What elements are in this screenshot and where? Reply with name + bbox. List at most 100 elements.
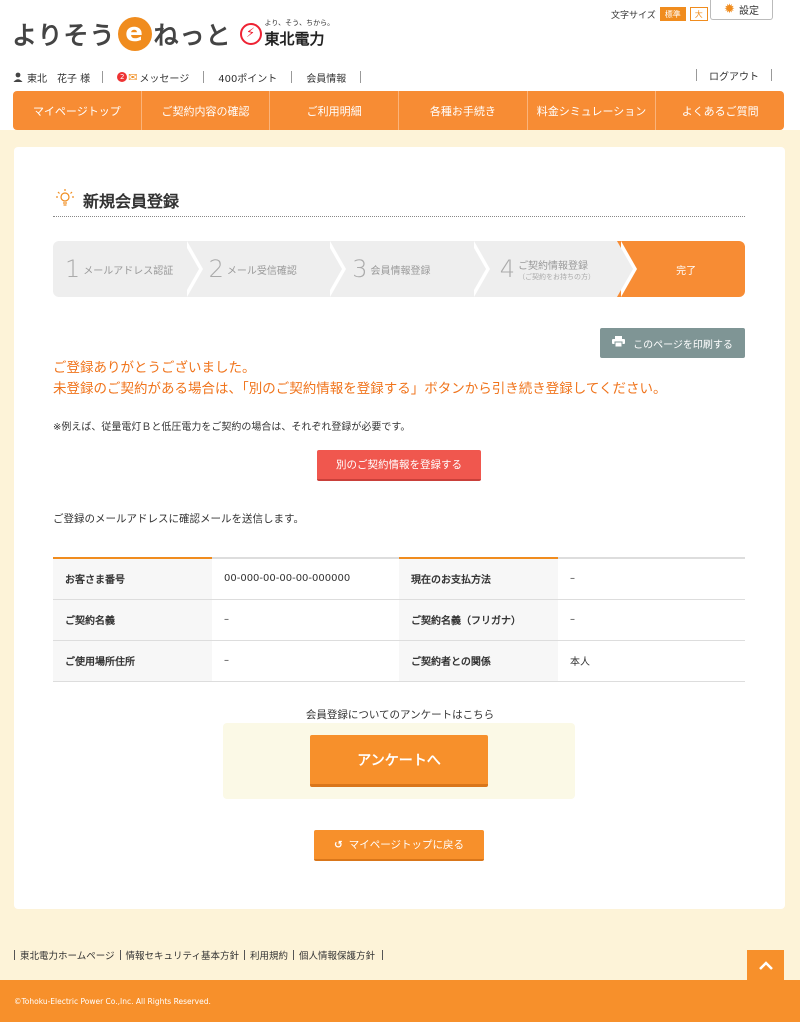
step-label: メール受信確認 <box>226 265 297 277</box>
font-size-switcher: 文字サイズ 標準 大 <box>611 7 708 21</box>
points-link[interactable]: 400ポイント <box>203 71 291 85</box>
member-info-label: 会員情報 <box>306 73 347 85</box>
page-top-button[interactable] <box>747 950 784 980</box>
footer-link-terms[interactable]: 利用規約 <box>243 950 293 962</box>
logo-text-pre: よりそう <box>12 21 116 50</box>
brand-tagline: より、そう、ちから。 <box>264 18 335 27</box>
logout-link[interactable]: ログアウト <box>696 69 772 83</box>
step-arrow <box>469 241 486 297</box>
brand-logo: ⚡ より、そう、ちから。 東北電力 <box>239 19 334 48</box>
back-to-mypage-button[interactable]: ↺ マイページトップに戻る <box>314 830 484 861</box>
page-title: 新規会員登録 <box>53 184 745 217</box>
example-note: ※例えば、従量電灯Ｂと低圧電力をご契約の場合は、それぞれ登録が必要です。 <box>53 422 411 433</box>
table-value-cell: 00-000-00-00-00-000000 <box>212 557 399 600</box>
survey-label: 会員登録についてのアンケートはこちら <box>305 709 495 721</box>
lightbulb-icon <box>53 188 77 213</box>
gear-icon: ✹ <box>724 2 735 17</box>
nav-usage-statement[interactable]: ご利用明細 <box>270 91 400 130</box>
user-name: 東北 花子 様 <box>12 71 102 85</box>
settings-label: 設定 <box>738 6 759 17</box>
register-other-contract-button[interactable]: 別のご契約情報を登録する <box>317 450 481 481</box>
completion-message: ご登録ありがとうございました。 未登録のご契約がある場合は、「別のご契約情報を登… <box>53 358 666 400</box>
step-label: 完了 <box>676 265 697 277</box>
return-arrow-icon: ↺ <box>333 838 343 851</box>
lightning-icon: ⚡ <box>239 23 262 45</box>
copyright-text: ©Tohoku-Electric Power Co.,Inc. All Righ… <box>14 996 211 1006</box>
footer-link-tohoku-home[interactable]: 東北電力ホームページ <box>14 950 120 962</box>
page-title-text: 新規会員登録 <box>83 192 180 211</box>
completion-line-1: ご登録ありがとうございました。 <box>53 360 256 376</box>
logo-text-post: ねっと <box>153 21 232 50</box>
registration-info-table: お客さま番号 00-000-00-00-00-000000 現在のお支払方法 –… <box>53 557 745 682</box>
print-page-button[interactable]: このページを印刷する <box>600 328 745 358</box>
progress-steps: 1 メールアドレス認証 2 メール受信確認 3 会員情報登録 4 ご契約情報登録… <box>53 241 745 297</box>
site-logo[interactable]: よりそう e ねっと ⚡ より、そう、ちから。 東北電力 <box>12 14 334 54</box>
print-page-label: このページを印刷する <box>633 339 733 351</box>
table-value-cell: – <box>212 640 399 682</box>
brand-name: 東北電力 <box>264 29 325 48</box>
step-label: 会員情報登録 <box>370 265 431 277</box>
nav-rate-simulation[interactable]: 料金シミュレーション <box>528 91 657 130</box>
table-header-cell: ご使用場所住所 <box>53 640 212 682</box>
step-number: 2 <box>208 255 224 283</box>
nav-faq[interactable]: よくあるご質問 <box>656 91 784 130</box>
table-row: ご使用場所住所 – ご契約者との関係 本人 <box>53 640 745 682</box>
nav-mypage-top[interactable]: マイページトップ <box>13 91 142 130</box>
table-value-cell: 本人 <box>558 640 745 682</box>
back-to-mypage-label: マイページトップに戻る <box>348 839 465 851</box>
chevron-up-icon <box>758 955 774 976</box>
step-arrow <box>182 241 199 297</box>
userbar-divider <box>360 71 362 83</box>
survey-button[interactable]: アンケートへ <box>310 735 488 787</box>
mail-icon: ✉ <box>128 70 138 84</box>
table-value-cell: – <box>558 557 745 600</box>
messages-label: メッセージ <box>139 73 190 85</box>
logo-e-icon: e <box>117 17 152 51</box>
step-number: 1 <box>65 255 81 283</box>
user-bar: 東北 花子 様 2 ✉ メッセージ 400ポイント 会員情報 ログアウト <box>12 69 788 85</box>
footer-copyright: ©Tohoku-Electric Power Co.,Inc. All Righ… <box>0 980 800 1022</box>
completion-line-2: 未登録のご契約がある場合は、「別のご契約情報を登録する」ボタンから引き続き登録し… <box>53 381 667 397</box>
table-value-cell: – <box>558 599 745 641</box>
messages-link[interactable]: 2 ✉ メッセージ <box>102 70 203 85</box>
points-label: 400ポイント <box>218 73 278 85</box>
message-count-badge: 2 <box>117 72 128 82</box>
printer-icon <box>612 336 626 350</box>
table-header-cell: ご契約名義 <box>53 599 212 641</box>
step-number: 4 <box>499 255 516 283</box>
logout-label: ログアウト <box>709 71 759 83</box>
person-icon <box>13 72 23 82</box>
footer-divider <box>382 950 383 960</box>
nav-contract-details[interactable]: ご契約内容の確認 <box>142 91 271 130</box>
step-3: 3 会員情報登録 <box>326 241 490 297</box>
global-nav: マイページトップ ご契約内容の確認 ご利用明細 各種お手続き 料金シミュレーショ… <box>13 91 784 130</box>
footer-link-privacy[interactable]: 個人情報保護方針 <box>292 950 380 962</box>
font-size-large-button[interactable]: 大 <box>689 7 708 21</box>
step-number: 3 <box>352 255 368 283</box>
step-arrow <box>617 241 634 297</box>
user-name-text: 東北 花子 様 <box>27 73 91 85</box>
step-label: メールアドレス認証 <box>83 265 174 277</box>
settings-button[interactable]: ✹ 設定 <box>710 0 773 20</box>
step-1: 1 メールアドレス認証 <box>53 241 203 297</box>
step-sublabel: （ご契約をお持ちの方） <box>518 272 596 281</box>
table-row: ご契約名義 – ご契約名義（フリガナ） – <box>53 599 745 641</box>
nav-procedures[interactable]: 各種お手続き <box>399 91 528 130</box>
footer-links: 東北電力ホームページ 情報セキュリティ基本方針 利用規約 個人情報保護方針 <box>14 950 383 962</box>
font-size-label: 文字サイズ <box>611 10 656 21</box>
step-2: 2 メール受信確認 <box>182 241 347 297</box>
table-header-cell: 現在のお支払方法 <box>399 557 558 600</box>
logo-text: よりそう e ねっと <box>12 16 232 52</box>
font-size-standard-button[interactable]: 標準 <box>659 7 686 21</box>
table-header-cell: ご契約名義（フリガナ） <box>399 599 558 641</box>
step-arrow <box>326 241 343 297</box>
step-label-group: ご契約情報登録 （ご契約をお持ちの方） <box>518 257 595 282</box>
step-label: ご契約情報登録 <box>518 260 589 272</box>
table-row: お客さま番号 00-000-00-00-00-000000 現在のお支払方法 – <box>53 557 745 600</box>
table-header-cell: ご契約者との関係 <box>399 640 558 682</box>
step-4: 4 ご契約情報登録 （ご契約をお持ちの方） <box>469 241 638 297</box>
member-info-link[interactable]: 会員情報 <box>291 71 360 85</box>
footer-link-security-policy[interactable]: 情報セキュリティ基本方針 <box>119 950 244 962</box>
table-header-cell: お客さま番号 <box>53 557 212 600</box>
brand-text: より、そう、ちから。 東北電力 <box>264 19 335 49</box>
